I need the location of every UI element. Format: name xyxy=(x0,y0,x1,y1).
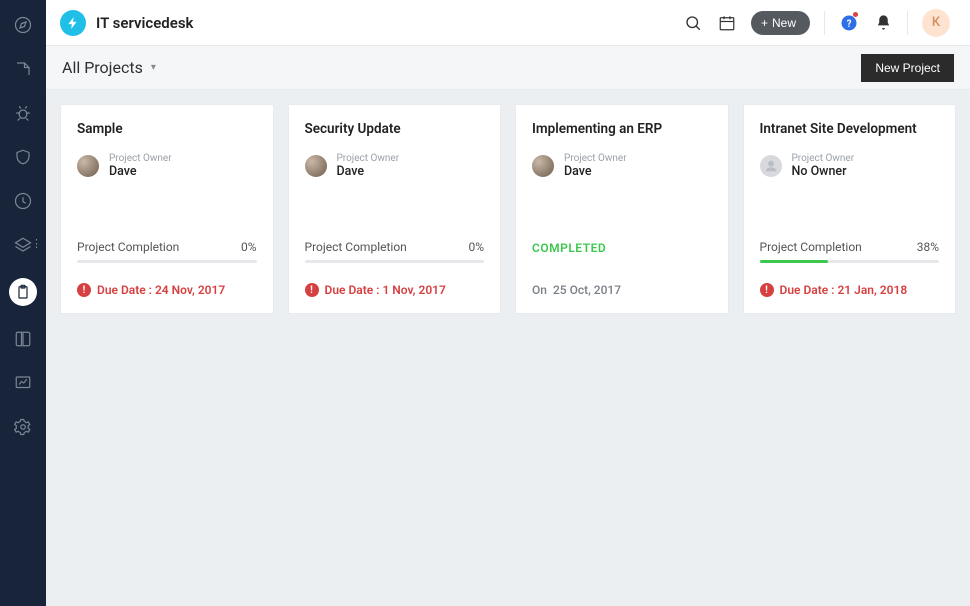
notifications-button[interactable] xyxy=(873,13,893,33)
plus-icon: + xyxy=(761,16,768,30)
bell-icon xyxy=(875,14,892,31)
completion-row: Project Completion 0% xyxy=(77,240,257,254)
topbar: IT servicedesk +New ? K xyxy=(46,0,970,46)
projects-grid: Sample Project Owner Dave Project Comple… xyxy=(46,90,970,606)
completion-pct: 38% xyxy=(917,240,939,254)
project-card[interactable]: Implementing an ERP Project Owner Dave C… xyxy=(515,104,729,314)
sidebar: ⋮ xyxy=(0,0,46,606)
notification-dot xyxy=(853,12,858,17)
completion-row: Project Completion 38% xyxy=(760,240,940,254)
owner-avatar xyxy=(305,155,327,177)
project-title: Sample xyxy=(77,121,257,137)
main-area: IT servicedesk +New ? K All Projects ▾ xyxy=(46,0,970,606)
project-title: Implementing an ERP xyxy=(532,121,712,137)
divider xyxy=(907,11,908,35)
projects-dropdown[interactable]: All Projects ▾ xyxy=(62,58,156,77)
owner-avatar xyxy=(77,155,99,177)
clipboard-icon xyxy=(15,284,31,300)
subheader: All Projects ▾ New Project xyxy=(46,46,970,90)
compass-icon xyxy=(14,16,32,34)
owner-label: Project Owner xyxy=(564,153,627,164)
project-card[interactable]: Sample Project Owner Dave Project Comple… xyxy=(60,104,274,314)
shield-icon xyxy=(14,148,32,166)
completion-pct: 0% xyxy=(241,240,257,254)
owner-row: Project Owner Dave xyxy=(532,153,712,179)
due-date-row: ! Due Date : 24 Nov, 2017 xyxy=(77,283,257,297)
completion-label: Project Completion xyxy=(760,240,862,254)
owner-name: No Owner xyxy=(792,164,855,179)
book-icon xyxy=(14,330,32,348)
owner-row: Project Owner Dave xyxy=(77,153,257,179)
activity-icon xyxy=(14,192,32,210)
user-icon xyxy=(764,159,778,173)
lightning-icon xyxy=(66,16,80,30)
completion-label: Project Completion xyxy=(77,240,179,254)
owner-avatar xyxy=(760,155,782,177)
completion-pct: 0% xyxy=(468,240,484,254)
sidebar-item-clipboard[interactable] xyxy=(9,278,37,306)
calendar-icon xyxy=(718,14,736,32)
search-icon xyxy=(684,14,702,32)
chart-icon xyxy=(14,374,32,392)
sidebar-item-book[interactable] xyxy=(12,328,34,350)
progress-bar xyxy=(305,260,485,263)
owner-row: Project Owner No Owner xyxy=(760,153,940,179)
completed-badge: COMPLETED xyxy=(532,241,712,255)
new-button[interactable]: +New xyxy=(751,11,810,35)
owner-name: Dave xyxy=(564,164,627,179)
owner-name: Dave xyxy=(337,164,400,179)
sidebar-item-shield[interactable] xyxy=(12,146,34,168)
owner-label: Project Owner xyxy=(109,153,172,164)
search-button[interactable] xyxy=(683,13,703,33)
new-project-button[interactable]: New Project xyxy=(861,54,954,82)
sidebar-item-settings[interactable] xyxy=(12,416,34,438)
project-card[interactable]: Security Update Project Owner Dave Proje… xyxy=(288,104,502,314)
completion-label: Project Completion xyxy=(305,240,407,254)
calendar-button[interactable] xyxy=(717,13,737,33)
project-card[interactable]: Intranet Site Development Project Owner … xyxy=(743,104,957,314)
completion-row: Project Completion 0% xyxy=(305,240,485,254)
subheader-title: All Projects xyxy=(62,58,143,77)
chevron-down-icon: ▾ xyxy=(151,62,156,73)
page-title: IT servicedesk xyxy=(96,14,193,32)
project-title: Security Update xyxy=(305,121,485,137)
alert-icon: ! xyxy=(77,283,91,297)
settings-icon xyxy=(14,418,32,436)
help-button[interactable]: ? xyxy=(839,13,859,33)
progress-bar xyxy=(760,260,940,263)
owner-label: Project Owner xyxy=(337,153,400,164)
alert-icon: ! xyxy=(760,283,774,297)
sidebar-item-layers[interactable]: ⋮ xyxy=(12,234,34,256)
layers-icon xyxy=(14,236,32,254)
completed-date: On 25 Oct, 2017 xyxy=(532,283,712,297)
owner-name: Dave xyxy=(109,164,172,179)
sidebar-item-chart[interactable] xyxy=(12,372,34,394)
user-avatar[interactable]: K xyxy=(922,9,950,37)
progress-bar xyxy=(77,260,257,263)
alert-icon: ! xyxy=(305,283,319,297)
due-date-row: ! Due Date : 1 Nov, 2017 xyxy=(305,283,485,297)
sidebar-item-compass[interactable] xyxy=(12,14,34,36)
bug-icon xyxy=(14,104,32,122)
sidebar-item-activity[interactable] xyxy=(12,190,34,212)
bookmark-icon xyxy=(14,60,32,78)
due-date-row: ! Due Date : 21 Jan, 2018 xyxy=(760,283,940,297)
owner-label: Project Owner xyxy=(792,153,855,164)
brand-logo xyxy=(60,10,86,36)
owner-row: Project Owner Dave xyxy=(305,153,485,179)
svg-text:?: ? xyxy=(847,18,852,29)
sidebar-item-bookmark[interactable] xyxy=(12,58,34,80)
divider xyxy=(824,11,825,35)
sidebar-item-bug[interactable] xyxy=(12,102,34,124)
owner-avatar xyxy=(532,155,554,177)
project-title: Intranet Site Development xyxy=(760,121,940,137)
